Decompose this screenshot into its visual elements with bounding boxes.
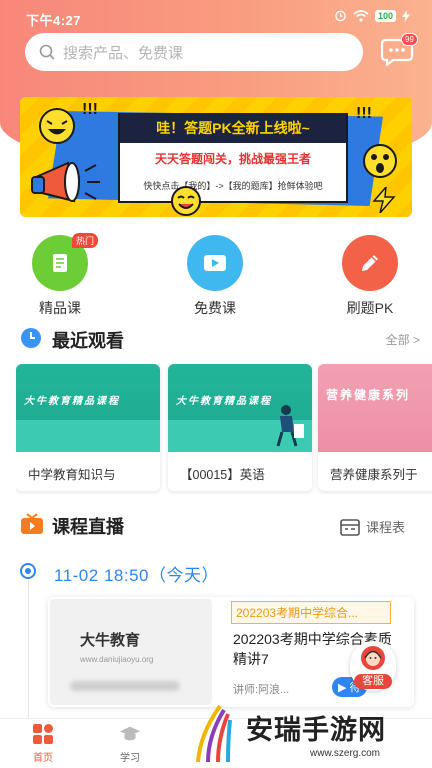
graduation-cap-icon: [119, 723, 141, 745]
live-course-tag: 202203考期中学综合...: [231, 601, 391, 624]
recent-section-title: 最近观看: [52, 331, 124, 351]
live-logo-url: www.daniujiaoyu.org: [80, 655, 154, 664]
banner-subtitle: 天天答题闯关，挑战最强王者: [154, 152, 311, 166]
tv-icon: [21, 513, 43, 534]
watermark-logo-icon: [196, 704, 232, 763]
status-time: 下午4:27: [26, 13, 82, 28]
quick-entry-icon: [342, 235, 398, 291]
watermark: 安瑞手游网 www.szerg.com: [190, 700, 432, 768]
tab-home[interactable]: 首页: [13, 723, 73, 764]
timeline-dot: [20, 563, 36, 579]
banner-exclaim: !!!: [82, 101, 98, 118]
live-logo-text: 大牛教育: [80, 632, 141, 649]
status-icons: 100: [334, 9, 410, 22]
watermark-text: 安瑞手游网: [246, 715, 386, 746]
promo-banner[interactable]: !!! !!! 哇！答题PK全新上线啦~ 天天答题闯关，挑战最强王者 快快点击【…: [20, 97, 412, 217]
recent-thumbnail-text: 营养健康系列: [326, 388, 411, 402]
recent-list: 大牛教育精品课程 中学教育知识与 大牛教育精品课程 【00015】英语 营养健康…: [16, 364, 432, 494]
battery-indicator: 100: [374, 9, 396, 22]
thumbnail-stripe: [16, 420, 160, 452]
recent-card-title: 【00015】英语: [180, 468, 265, 482]
document-icon: [53, 254, 67, 272]
studying-figure-icon: [276, 405, 304, 447]
search-icon: [39, 44, 55, 60]
recent-card-title: 中学教育知识与: [28, 468, 116, 482]
customer-service-button[interactable]: 客服: [350, 641, 396, 691]
hot-tag: 热门: [72, 233, 99, 248]
customer-service-label: 客服: [354, 674, 392, 689]
live-date: 11-02 18:50（今天）: [54, 566, 219, 585]
play-icon: ▶: [338, 682, 350, 694]
quick-entry-quiz-pk[interactable]: 刷题PK: [328, 235, 412, 318]
quick-entry-label: 免费课: [194, 300, 236, 316]
laughing-emoji-icon: [39, 108, 75, 144]
surprised-emoji-icon: [363, 144, 397, 178]
headset-face-icon: [364, 650, 382, 666]
megaphone-icon: [31, 161, 100, 203]
recent-thumbnail-text: 大牛教育精品课程: [24, 396, 120, 407]
recent-card[interactable]: 大牛教育精品课程 中学教育知识与: [16, 364, 160, 491]
recent-thumbnail: 营养健康系列: [318, 364, 432, 452]
recent-thumbnail: 大牛教育精品课程: [168, 364, 312, 452]
recent-section-header: 最近观看 全部 >: [20, 327, 420, 351]
quick-entry-label: 精品课: [39, 300, 81, 316]
recent-thumbnail: 大牛教育精品课程: [16, 364, 160, 452]
quick-entry-label: 刷题PK: [346, 300, 394, 316]
pencil-icon: [362, 255, 378, 271]
schedule-label: 课程表: [366, 520, 406, 535]
alarm-icon: [335, 10, 346, 22]
message-badge: 99: [401, 33, 418, 46]
clock-icon: [21, 328, 41, 348]
tab-label: 首页: [33, 753, 53, 764]
recent-thumbnail-text: 大牛教育精品课程: [176, 396, 272, 407]
quick-entry-icon: [187, 235, 243, 291]
recent-view-all-link[interactable]: 全部 >: [386, 331, 420, 348]
recent-card[interactable]: 营养健康系列 营养健康系列于: [318, 364, 432, 491]
live-thumbnail: 大牛教育 www.daniujiaoyu.org: [50, 599, 212, 705]
tab-study[interactable]: 学习: [100, 723, 160, 764]
smiling-emoji-icon: [171, 186, 201, 216]
blurred-text: [70, 681, 180, 691]
customer-service-avatar-icon: [361, 646, 385, 670]
banner-title: 哇！答题PK全新上线啦~: [120, 113, 346, 143]
watermark-url: www.szerg.com: [310, 748, 381, 759]
search-input[interactable]: 搜索产品、免费课: [25, 33, 363, 71]
lightning-icon: [372, 187, 396, 213]
recent-card[interactable]: 大牛教育精品课程 【00015】英语: [168, 364, 312, 491]
tab-label: 学习: [120, 753, 140, 764]
banner-hint: 快快点击【我的】->【我的题库】抢鲜体验吧: [143, 181, 323, 191]
calendar-icon: [340, 518, 360, 536]
home-grid-icon: [32, 723, 54, 745]
quick-entry-premium-course[interactable]: 热门 精品课: [18, 233, 102, 318]
quick-entries: 热门 精品课 免费课 刷题PK: [0, 233, 432, 318]
video-icon: [204, 255, 226, 271]
banner-card: 哇！答题PK全新上线啦~ 天天答题闯关，挑战最强王者 快快点击【我的】->【我的…: [118, 113, 348, 203]
live-section-title: 课程直播: [52, 517, 124, 537]
recent-card-title: 营养健康系列于: [330, 468, 418, 482]
live-teacher: 讲师:阿浪...: [233, 684, 290, 696]
quick-entry-free-course[interactable]: 免费课: [173, 235, 257, 318]
search-placeholder: 搜索产品、免费课: [63, 44, 184, 62]
charging-icon: [402, 9, 410, 22]
banner-exclaim: !!!: [356, 105, 372, 122]
timeline-line: [28, 578, 29, 728]
wifi-icon: [353, 9, 369, 22]
status-bar: 下午4:27 100: [0, 0, 432, 34]
schedule-button[interactable]: 课程表: [340, 517, 405, 536]
